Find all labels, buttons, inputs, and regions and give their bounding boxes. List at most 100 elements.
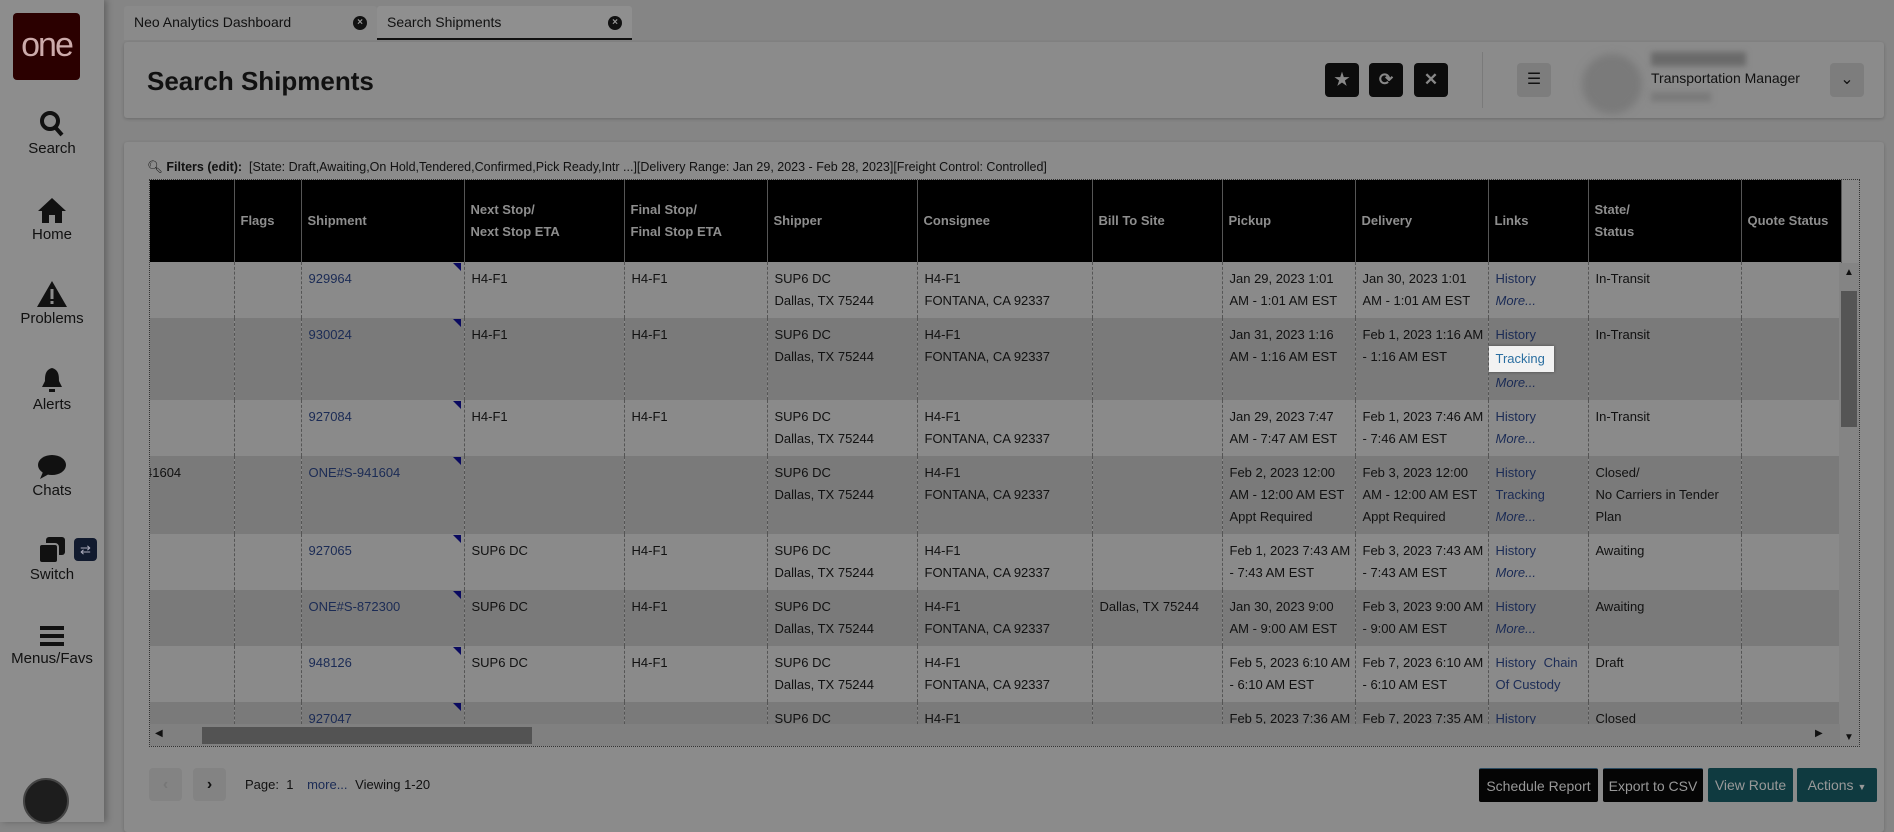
column-header[interactable]: Final Stop/Final Stop ETA xyxy=(624,180,768,262)
consignee-line: H4-F1 xyxy=(924,655,961,670)
close-button[interactable]: ✕ xyxy=(1414,63,1448,97)
column-header[interactable]: Delivery xyxy=(1355,180,1489,262)
delivery-line: Feb 3, 2023 12:00 xyxy=(1362,465,1469,480)
column-header[interactable]: Next Stop/Next Stop ETA xyxy=(464,180,625,262)
filters-edit-link[interactable]: Filters (edit): xyxy=(166,160,242,174)
sidebar-item-home[interactable]: Home xyxy=(0,196,104,243)
sidebar-item-menus-favs[interactable]: Menus/Favs xyxy=(0,624,104,667)
link-history[interactable]: History xyxy=(1496,543,1536,558)
warning-icon xyxy=(37,281,67,307)
link-more[interactable]: More... xyxy=(1496,431,1536,446)
cell-bill-to-site xyxy=(1092,534,1223,590)
more-pages-link[interactable]: more... xyxy=(307,777,347,792)
table-row[interactable]: 927084 H4-F1 H4-F1 SUP6 DC Dallas, TX 75244 H… xyxy=(150,400,1842,456)
shipment-link[interactable]: 948126 xyxy=(309,655,352,670)
pager: Page: 1 more... Viewing 1-20 xyxy=(245,777,430,792)
table-row[interactable]: 927065 SUP6 DC H4-F1 SUP6 DC Dallas, TX 7524… xyxy=(150,534,1842,590)
link-more[interactable]: More... xyxy=(1496,293,1536,308)
sidebar-item-chats[interactable]: Chats xyxy=(0,454,104,499)
cell-flags xyxy=(234,262,302,318)
scroll-down-icon[interactable]: ▼ xyxy=(1844,732,1854,743)
schedule-report-button[interactable]: Schedule Report xyxy=(1479,768,1598,802)
shipper-line: SUP6 DC xyxy=(774,465,831,480)
refresh-button[interactable]: ⟳ xyxy=(1369,63,1403,97)
favorite-button[interactable]: ★ xyxy=(1325,63,1359,97)
assistant-avatar[interactable] xyxy=(23,778,69,824)
table-row[interactable]: 929964 H4-F1 H4-F1 SUP6 DC Dallas, TX 75244 H… xyxy=(150,262,1842,318)
shipment-link[interactable]: 927084 xyxy=(309,409,352,424)
delivery-line: Feb 1, 2023 1:16 AM xyxy=(1362,327,1484,342)
menu-button[interactable]: ☰ xyxy=(1517,63,1551,97)
cell-quote-status xyxy=(1741,590,1842,646)
prev-page-button[interactable]: ‹ xyxy=(149,768,182,801)
page-number: 1 xyxy=(286,777,294,792)
tab-label: Neo Analytics Dashboard xyxy=(134,14,292,30)
scrollbar-thumb[interactable] xyxy=(202,727,532,744)
column-header[interactable]: Links xyxy=(1488,180,1589,262)
link-history[interactable]: History xyxy=(1496,324,1577,346)
shipment-link[interactable]: 930024 xyxy=(309,327,352,342)
shipment-link[interactable]: ONE#S-872300 xyxy=(309,599,401,614)
column-header[interactable]: Quote Status xyxy=(1741,180,1842,262)
link-tracking[interactable]: Tracking xyxy=(1496,484,1577,506)
column-header[interactable]: Flags xyxy=(234,180,302,262)
export-csv-button[interactable]: Export to CSV xyxy=(1603,768,1703,802)
scrollbar-thumb[interactable] xyxy=(1841,291,1857,427)
scroll-up-icon[interactable]: ▲ xyxy=(1844,267,1854,278)
view-route-button[interactable]: View Route xyxy=(1708,768,1793,802)
actions-dropdown[interactable]: Actions ▼ xyxy=(1797,768,1877,802)
column-header[interactable]: Pickup xyxy=(1222,180,1356,262)
link-tracking[interactable]: Tracking xyxy=(1488,346,1554,372)
link-more[interactable]: More... xyxy=(1496,506,1581,528)
table-row[interactable]: 930024 H4-F1 H4-F1 SUP6 DC Dallas, TX 75244 H… xyxy=(150,318,1842,400)
tab-search-shipments[interactable]: Search Shipments × xyxy=(377,6,632,40)
column-header[interactable]: Bill To Site xyxy=(1092,180,1223,262)
column-header[interactable]: State/Status xyxy=(1588,180,1742,262)
table-row[interactable]: ONE#S-872300 SUP6 DC H4-F1 SUP6 DC Dallas, T… xyxy=(150,590,1842,646)
column-header[interactable]: Consignee xyxy=(917,180,1093,262)
cell-quote-status xyxy=(1741,400,1842,456)
close-tab-icon[interactable]: × xyxy=(353,16,367,30)
vertical-scrollbar[interactable]: ▲ ▼ xyxy=(1839,263,1859,746)
pickup-line: Jan 30, 2023 9:00 xyxy=(1229,599,1334,614)
table-row[interactable]: 41604 ONE#S-941604 SUP6 DC Dallas, TX 75244… xyxy=(150,456,1842,534)
close-tab-icon[interactable]: × xyxy=(608,16,622,30)
cell-shipment-clipped xyxy=(150,400,235,456)
column-header[interactable]: Shipper xyxy=(767,180,918,262)
link-more[interactable]: More... xyxy=(1496,621,1536,636)
state-line: Closed/ xyxy=(1595,465,1640,480)
pickup-line: - 6:10 AM EST xyxy=(1229,677,1315,692)
shipper-line: Dallas, TX 75244 xyxy=(774,487,875,502)
link-history[interactable]: History xyxy=(1496,599,1536,614)
link-history[interactable]: History xyxy=(1496,655,1536,670)
scroll-right-icon[interactable]: ▶ xyxy=(1815,728,1823,739)
link-history[interactable]: History xyxy=(1496,271,1536,286)
link-more[interactable]: More... xyxy=(1496,565,1536,580)
tab-neo-analytics-dashboard[interactable]: Neo Analytics Dashboard × xyxy=(124,6,377,40)
next-page-button[interactable]: › xyxy=(193,768,226,801)
column-header[interactable] xyxy=(150,180,235,262)
column-header[interactable]: Shipment xyxy=(301,180,465,262)
consignee-line: FONTANA, CA 92337 xyxy=(924,487,1050,502)
swap-icon[interactable]: ⇄ xyxy=(74,538,97,561)
scroll-left-icon[interactable]: ◀ xyxy=(155,728,163,739)
link-history[interactable]: History xyxy=(1496,462,1577,484)
page-header: Search Shipments ★ ⟳ ✕ ☰ Transportation … xyxy=(124,42,1884,118)
user-menu-button[interactable]: ⌄ xyxy=(1830,63,1864,97)
link-more[interactable]: More... xyxy=(1496,372,1581,394)
shipment-link[interactable]: 927065 xyxy=(309,543,352,558)
table-row[interactable]: 948126 SUP6 DC H4-F1 SUP6 DC Dallas, TX 7524… xyxy=(150,646,1842,702)
app-logo[interactable]: one xyxy=(13,13,80,80)
cell-pickup: Jan 31, 2023 1:16 AM - 1:16 AM EST xyxy=(1222,318,1356,400)
consignee-line: FONTANA, CA 92337 xyxy=(924,621,1050,636)
shipment-link[interactable]: 929964 xyxy=(309,271,352,286)
shipment-link[interactable]: ONE#S-941604 xyxy=(309,465,401,480)
horizontal-scrollbar[interactable]: ◀ ▶ xyxy=(150,724,1840,746)
sidebar-item-search[interactable]: Search xyxy=(0,110,104,157)
sidebar-item-problems[interactable]: Problems xyxy=(0,280,104,327)
link-history[interactable]: History xyxy=(1496,409,1536,424)
user-avatar[interactable] xyxy=(1582,54,1642,114)
sidebar-item-alerts[interactable]: Alerts xyxy=(0,366,104,413)
sidebar-label: Alerts xyxy=(32,396,72,413)
cell-delivery: Feb 3, 2023 12:00 AM - 12:00 AM EST Appt R… xyxy=(1355,456,1489,534)
